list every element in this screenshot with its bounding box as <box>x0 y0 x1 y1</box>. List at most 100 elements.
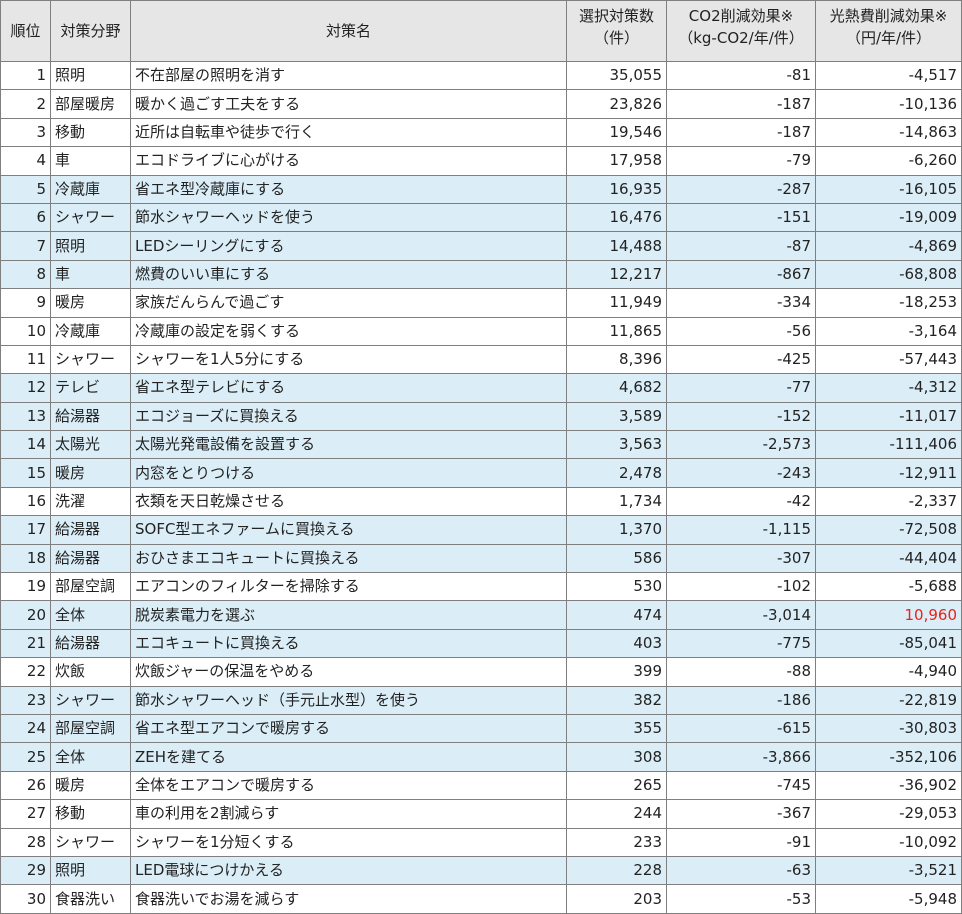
cell-name: 内窓をとりつける <box>130 458 567 488</box>
cell-name: おひさまエコキュートに買換える <box>130 543 567 574</box>
cell-co2: -287 <box>666 174 816 204</box>
cell-rank: 22 <box>0 657 51 687</box>
cell-count: 23,826 <box>566 89 667 119</box>
cell-rank: 27 <box>0 799 51 829</box>
cell-field: 照明 <box>50 855 131 886</box>
cell-rank: 25 <box>0 742 51 772</box>
cell-field: 暖房 <box>50 288 131 318</box>
cell-field: 給湯器 <box>50 543 131 574</box>
table-row: 2 部屋暖房 暖かく過ごす工夫をする 23,826 -187 -10,136 <box>0 89 962 119</box>
table-row: 26 暖房 全体をエアコンで暖房する 265 -745 -36,902 <box>0 770 962 801</box>
cell-cost: -111,406 <box>815 430 962 460</box>
table-row: 20 全体 脱炭素電力を選ぶ 474 -3,014 10,960 <box>0 600 962 630</box>
cell-name: LED電球につけかえる <box>130 855 567 886</box>
cell-co2: -775 <box>666 628 816 659</box>
cell-count: 265 <box>566 770 667 801</box>
cell-rank: 10 <box>0 316 51 346</box>
cell-count: 308 <box>566 742 667 772</box>
table-row: 13 給湯器 エコジョーズに買換える 3,589 -152 -11,017 <box>0 401 962 432</box>
cell-rank: 21 <box>0 628 51 659</box>
table-row: 3 移動 近所は自転車や徒歩で行く 19,546 -187 -14,863 <box>0 117 962 148</box>
cell-cost: -14,863 <box>815 117 962 148</box>
header-count: 選択対策数 （件） <box>566 0 667 62</box>
table-row: 9 暖房 家族だんらんで過ごす 11,949 -334 -18,253 <box>0 288 962 318</box>
cell-name: 冷蔵庫の設定を弱くする <box>130 316 567 346</box>
cell-name: LEDシーリングにする <box>130 231 567 261</box>
cell-count: 244 <box>566 799 667 829</box>
cell-name: エコキュートに買換える <box>130 628 567 659</box>
cell-rank: 2 <box>0 89 51 119</box>
cell-name: 太陽光発電設備を設置する <box>130 430 567 460</box>
header-co2: CO2削減効果※ （kg-CO2/年/件） <box>666 0 816 62</box>
cell-count: 399 <box>566 657 667 687</box>
cell-co2: -88 <box>666 657 816 687</box>
cell-co2: -425 <box>666 344 816 375</box>
table-body: 1 照明 不在部屋の照明を消す 35,055 -81 -4,517 2 部屋暖房 暖かく過ごす工… <box>0 60 962 914</box>
table-row: 28 シャワー シャワーを1分短くする 233 -91 -10,092 <box>0 827 962 857</box>
cell-rank: 23 <box>0 685 51 715</box>
header-count-line1: 選択対策数 <box>578 7 654 25</box>
cell-cost: -57,443 <box>815 344 962 375</box>
cell-co2: -1,115 <box>666 515 816 545</box>
cell-co2: -87 <box>666 231 816 261</box>
cell-name: 炊飯ジャーの保温をやめる <box>130 657 567 687</box>
cell-count: 1,370 <box>566 515 667 545</box>
cell-rank: 1 <box>0 60 51 91</box>
table-row: 22 炊飯 炊飯ジャーの保温をやめる 399 -88 -4,940 <box>0 657 962 687</box>
cell-name: 衣類を天日乾燥させる <box>130 486 567 517</box>
header-co2-line2: （kg-CO2/年/件） <box>678 29 804 47</box>
cell-rank: 3 <box>0 117 51 148</box>
cell-co2: -745 <box>666 770 816 801</box>
cell-co2: -187 <box>666 117 816 148</box>
cell-co2: -3,014 <box>666 600 816 630</box>
cell-name: 家族だんらんで過ごす <box>130 288 567 318</box>
cell-cost: -4,940 <box>815 657 962 687</box>
cell-co2: -307 <box>666 543 816 574</box>
header-cost-line1: 光熱費削減効果※ <box>829 7 948 25</box>
cell-rank: 7 <box>0 231 51 261</box>
cell-field: 洗濯 <box>50 486 131 517</box>
cell-cost: -2,337 <box>815 486 962 517</box>
cell-cost: -44,404 <box>815 543 962 574</box>
cell-field: 移動 <box>50 117 131 148</box>
cell-co2: -2,573 <box>666 430 816 460</box>
cell-name: 暖かく過ごす工夫をする <box>130 89 567 119</box>
cell-name: 脱炭素電力を選ぶ <box>130 600 567 630</box>
cell-co2: -42 <box>666 486 816 517</box>
cell-name: エコジョーズに買換える <box>130 401 567 432</box>
cell-count: 19,546 <box>566 117 667 148</box>
cell-co2: -63 <box>666 855 816 886</box>
cell-co2: -152 <box>666 401 816 432</box>
cell-count: 403 <box>566 628 667 659</box>
cell-count: 4,682 <box>566 373 667 403</box>
cell-field: 全体 <box>50 742 131 772</box>
cell-co2: -79 <box>666 146 816 176</box>
cell-cost: -36,902 <box>815 770 962 801</box>
cell-field: 冷蔵庫 <box>50 174 131 204</box>
table-row: 15 暖房 内窓をとりつける 2,478 -243 -12,911 <box>0 458 962 488</box>
table-row: 23 シャワー 節水シャワーヘッド（手元止水型）を使う 382 -186 -22,819 <box>0 685 962 715</box>
cell-field: 給湯器 <box>50 515 131 545</box>
cell-co2: -367 <box>666 799 816 829</box>
cell-rank: 16 <box>0 486 51 517</box>
cell-rank: 11 <box>0 344 51 375</box>
cell-cost: -4,869 <box>815 231 962 261</box>
cell-count: 8,396 <box>566 344 667 375</box>
cell-cost: -352,106 <box>815 742 962 772</box>
cell-field: 全体 <box>50 600 131 630</box>
cell-name: エアコンのフィルターを掃除する <box>130 572 567 602</box>
cell-field: 部屋暖房 <box>50 89 131 119</box>
cell-cost: -85,041 <box>815 628 962 659</box>
cell-count: 3,563 <box>566 430 667 460</box>
cell-count: 11,865 <box>566 316 667 346</box>
table-row: 14 太陽光 太陽光発電設備を設置する 3,563 -2,573 -111,406 <box>0 430 962 460</box>
table-row: 30 食器洗い 食器洗いでお湯を減らす 203 -53 -5,948 <box>0 884 962 914</box>
cell-count: 382 <box>566 685 667 715</box>
cell-cost: -22,819 <box>815 685 962 715</box>
table-row: 27 移動 車の利用を2割減らす 244 -367 -29,053 <box>0 799 962 829</box>
cell-count: 1,734 <box>566 486 667 517</box>
cell-cost: -72,508 <box>815 515 962 545</box>
cell-rank: 14 <box>0 430 51 460</box>
cell-count: 11,949 <box>566 288 667 318</box>
cell-count: 12,217 <box>566 259 667 290</box>
